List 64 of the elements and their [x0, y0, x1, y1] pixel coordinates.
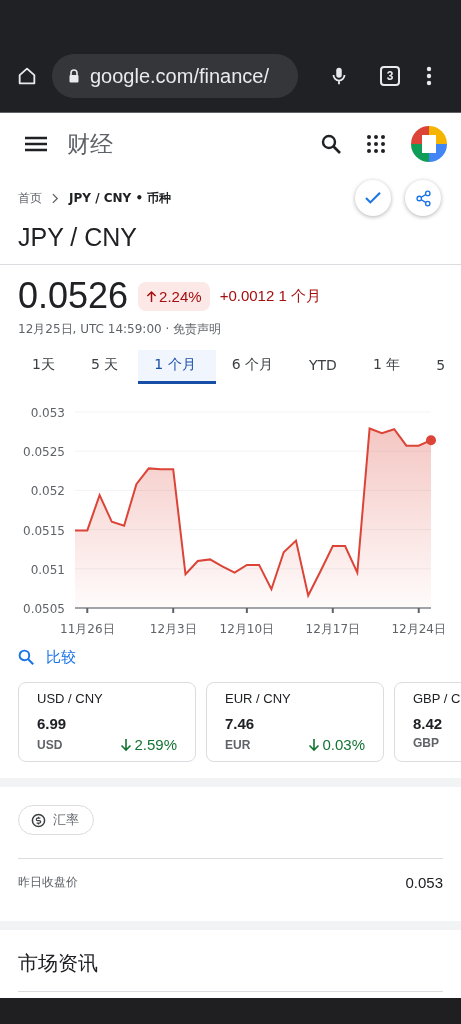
- price: 0.0526: [18, 275, 129, 317]
- card-price: 8.42: [413, 715, 444, 732]
- y-tick-label: 0.0505: [23, 602, 65, 616]
- card-price: 7.46: [225, 715, 256, 732]
- compare-link[interactable]: 比较: [46, 647, 76, 667]
- stat-value: 0.053: [405, 873, 443, 891]
- up-arrow-icon: [146, 289, 158, 303]
- pair-label: GBP / C: [413, 691, 461, 706]
- apps-icon[interactable]: [367, 135, 385, 153]
- comparison-card[interactable]: GBP / C 8.42 GBP: [394, 682, 461, 762]
- range-tab[interactable]: 1 年: [356, 350, 421, 384]
- currency-code: EUR: [225, 737, 251, 752]
- range-tab[interactable]: 1天: [16, 350, 75, 384]
- x-tick-label: 11月26日: [60, 622, 115, 636]
- more-icon[interactable]: [426, 65, 432, 87]
- share-icon: [414, 189, 432, 207]
- y-tick-label: 0.053: [30, 406, 65, 420]
- url-text: google.com/finance/: [90, 64, 269, 88]
- pair-label: USD / CNY: [37, 691, 104, 706]
- down-arrow-icon: [308, 737, 321, 752]
- current-point: [426, 435, 436, 446]
- share-button[interactable]: [405, 180, 441, 216]
- lock-icon: [68, 69, 80, 83]
- timestamp: 12月25日, UTC 14:59:00 · 免责声明: [17, 321, 223, 338]
- breadcrumb-home[interactable]: 首页: [18, 189, 42, 207]
- currency-code: GBP: [413, 736, 439, 750]
- page-title: JPY / CNY: [17, 222, 139, 253]
- range-tab[interactable]: 6 个月: [215, 350, 293, 384]
- range-tab[interactable]: 1 个月: [138, 350, 216, 384]
- card-change: 0.03%: [308, 736, 365, 753]
- x-tick-label: 12月10日: [219, 622, 275, 636]
- y-tick-label: 0.0525: [23, 445, 65, 460]
- home-icon[interactable]: [16, 65, 38, 87]
- section-heading: 市场资讯: [18, 951, 98, 975]
- card-price: 6.99: [37, 715, 68, 732]
- dollar-coin-icon: [31, 812, 46, 828]
- change-percent-badge: 2.24%: [138, 281, 210, 311]
- comparison-card[interactable]: USD / CNY 6.99 USD 2.59%: [18, 682, 196, 762]
- x-tick-label: 12月24日: [391, 622, 446, 636]
- y-tick-label: 0.0515: [23, 523, 65, 538]
- currency-code: USD: [37, 737, 63, 752]
- pair-label: EUR / CNY: [225, 691, 292, 706]
- avatar-icon[interactable]: [411, 126, 447, 162]
- y-tick-label: 0.052: [30, 484, 65, 499]
- y-tick-label: 0.051: [30, 562, 65, 577]
- range-tab[interactable]: 5: [420, 350, 461, 384]
- tab-count-button[interactable]: 3: [380, 66, 400, 86]
- chevron-icon: [52, 192, 59, 204]
- stat-label: 昨日收盘价: [18, 873, 78, 891]
- app-title: 财经: [67, 129, 113, 159]
- range-tab[interactable]: YTD: [293, 350, 357, 384]
- x-tick-label: 12月3日: [149, 622, 197, 636]
- address-bar[interactable]: google.com/finance/: [52, 54, 298, 98]
- follow-button[interactable]: [355, 180, 391, 216]
- card-change: 2.59%: [120, 736, 177, 753]
- check-icon: [364, 191, 382, 205]
- range-tab[interactable]: 5 天: [74, 350, 139, 384]
- menu-icon[interactable]: [25, 136, 47, 152]
- search-icon[interactable]: [321, 134, 341, 154]
- breadcrumb-current: JPY / CNY • 币种: [69, 189, 172, 207]
- change-value: +0.0012 1 个月: [219, 286, 321, 306]
- down-arrow-icon: [120, 737, 133, 752]
- x-tick-label: 12月17日: [305, 622, 361, 636]
- comparison-card[interactable]: EUR / CNY 7.46 EUR 0.03%: [206, 682, 384, 762]
